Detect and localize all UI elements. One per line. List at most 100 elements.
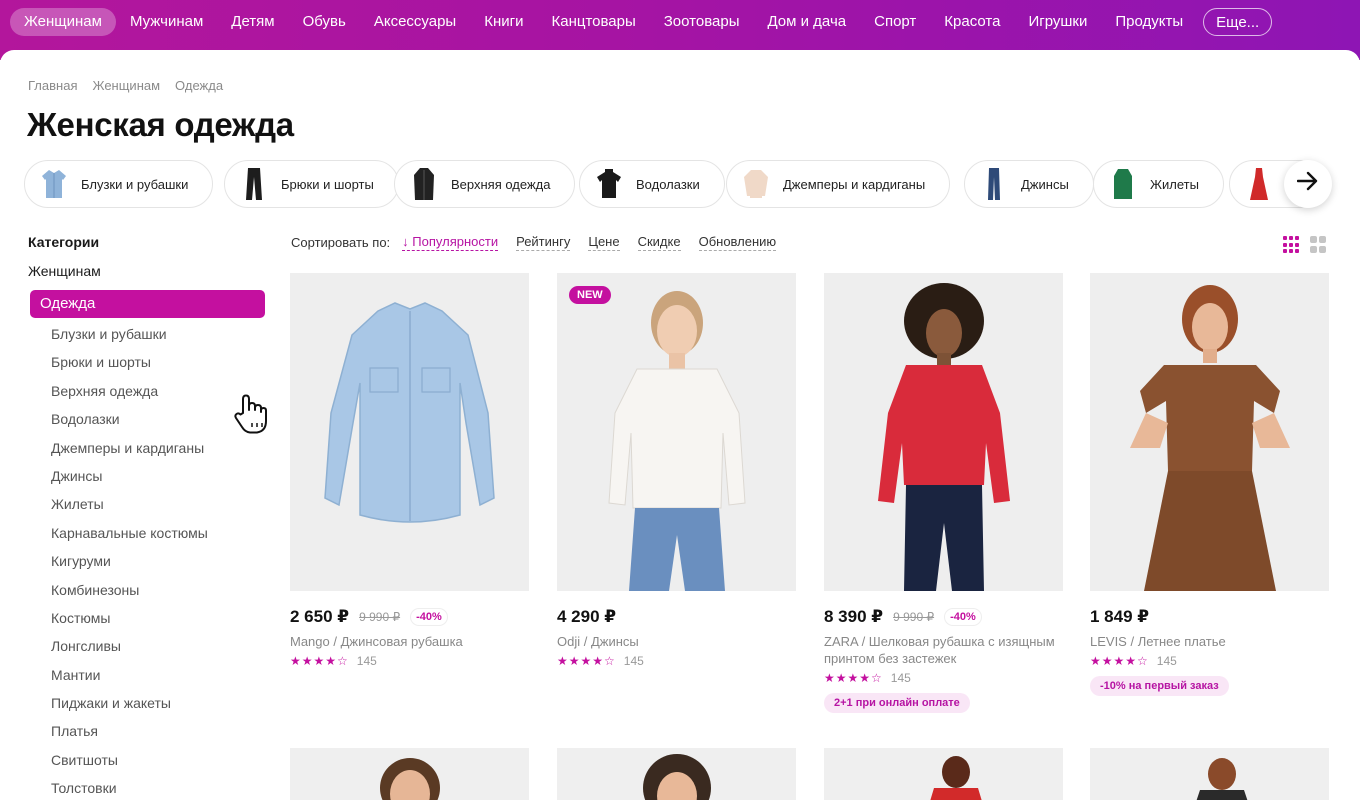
chip-label: Верхняя одежда: [451, 176, 551, 192]
sidebar-item[interactable]: Брюки и шорты: [28, 348, 268, 376]
sort-by-rating[interactable]: Рейтингу: [516, 234, 571, 251]
page-title: Женская одежда: [27, 106, 294, 143]
sort-by-price[interactable]: Цене: [588, 234, 620, 251]
product-old-price: 9 990 ₽: [893, 610, 935, 624]
product-name[interactable]: LEVIS / Летнее платье: [1090, 633, 1329, 650]
sidebar-parent-women[interactable]: Женщинам: [28, 261, 268, 281]
sort-by-discount[interactable]: Скидке: [637, 234, 681, 251]
breadcrumb-home[interactable]: Главная: [28, 78, 77, 93]
chips-next-button[interactable]: [1284, 160, 1332, 208]
sidebar-item[interactable]: Свитшоты: [28, 746, 268, 774]
chip-label: Джемперы и кардиганы: [783, 176, 926, 192]
sidebar-item[interactable]: Платья: [28, 717, 268, 745]
price-row: 2 650 ₽ 9 990 ₽ -40%: [290, 607, 529, 627]
product-card[interactable]: 2 650 ₽ 9 990 ₽ -40% Mango / Джинсовая р…: [290, 273, 529, 668]
sort-by-update[interactable]: Обновлению: [698, 234, 777, 251]
nav-books[interactable]: Книги: [470, 8, 537, 36]
new-badge: NEW: [569, 286, 611, 304]
product-card[interactable]: NEW 4 290 ₽ Odji / Джинсы ★★★★☆ 145: [557, 273, 796, 668]
chip-turtlenecks[interactable]: Водолазки: [579, 160, 725, 208]
breadcrumb-women[interactable]: Женщинам: [92, 78, 160, 93]
nav-pets[interactable]: Зоотовары: [650, 8, 754, 36]
price-row: 8 390 ₽ 9 990 ₽ -40%: [824, 607, 1063, 627]
arrow-right-icon: [1296, 170, 1319, 198]
product-price: 8 390 ₽: [824, 607, 884, 626]
promo-badge: 2+1 при онлайн оплате: [824, 693, 970, 713]
nav-sport[interactable]: Спорт: [860, 8, 930, 36]
product-name[interactable]: ZARA / Шелковая рубашка с изящным принто…: [824, 633, 1063, 667]
sidebar-item[interactable]: Лонгсливы: [28, 632, 268, 660]
rating-stars-icon: ★★★★☆: [824, 671, 883, 685]
chip-label: Джинсы: [1021, 176, 1069, 192]
chip-sweaters[interactable]: Джемперы и кардиганы: [726, 160, 951, 208]
product-price: 1 849 ₽: [1090, 607, 1150, 626]
nav-men[interactable]: Мужчинам: [116, 8, 217, 36]
product-card[interactable]: 8 390 ₽ 9 990 ₽ -40% ZARA / Шелковая руб…: [824, 273, 1063, 713]
sort-bar: Сортировать по: ↓ Популярности Рейтингу …: [291, 233, 794, 251]
breadcrumb-clothing[interactable]: Одежда: [175, 78, 223, 93]
product-name[interactable]: Mango / Джинсовая рубашка: [290, 633, 529, 650]
sidebar-item[interactable]: Карнавальные костюмы: [28, 519, 268, 547]
product-old-price: 9 990 ₽: [359, 610, 401, 624]
sidebar-item-clothing[interactable]: Одежда: [30, 290, 265, 318]
sidebar-item[interactable]: Пиджаки и жакеты: [28, 689, 268, 717]
sidebar-item[interactable]: Кигуруми: [28, 547, 268, 575]
product-photo[interactable]: [824, 273, 1063, 591]
shirt-icon: [39, 167, 69, 201]
review-count: 145: [623, 654, 644, 668]
sweater-icon: [741, 167, 771, 201]
nav-more-button[interactable]: Еще...: [1203, 8, 1273, 36]
breadcrumb: Главная Женщинам Одежда: [28, 78, 238, 93]
nav-accessories[interactable]: Аксессуары: [360, 8, 470, 36]
product-photo[interactable]: [1090, 273, 1329, 591]
product-price: 2 650 ₽: [290, 607, 350, 626]
sidebar-item[interactable]: Жилеты: [28, 490, 268, 518]
product-rating: ★★★★☆ 145: [824, 671, 1063, 685]
large-grid-view-icon[interactable]: [1310, 236, 1328, 254]
sidebar-item[interactable]: Толстовки: [28, 774, 268, 800]
product-name[interactable]: Odji / Джинсы: [557, 633, 796, 650]
nav-beauty[interactable]: Красота: [930, 8, 1014, 36]
sidebar-item[interactable]: Блузки и рубашки: [28, 320, 268, 348]
nav-shoes[interactable]: Обувь: [289, 8, 360, 36]
product-photo[interactable]: NEW: [557, 273, 796, 591]
chip-outerwear[interactable]: Верхняя одежда: [394, 160, 576, 208]
review-count: 145: [1156, 654, 1177, 668]
nav-toys[interactable]: Игрушки: [1014, 8, 1101, 36]
product-photo[interactable]: [290, 273, 529, 591]
nav-home-garden[interactable]: Дом и дача: [753, 8, 860, 36]
nav-food[interactable]: Продукты: [1101, 8, 1197, 36]
product-rating: ★★★★☆ 145: [290, 654, 529, 668]
grid-view-icon[interactable]: [1283, 236, 1301, 254]
product-photo[interactable]: [1090, 748, 1329, 800]
sidebar-item[interactable]: Комбинезоны: [28, 576, 268, 604]
review-count: 145: [890, 671, 911, 685]
product-card[interactable]: 1 849 ₽ LEVIS / Летнее платье ★★★★☆ 145 …: [1090, 273, 1329, 696]
chip-label: Блузки и рубашки: [81, 176, 189, 192]
product-price: 4 290 ₽: [557, 607, 617, 626]
chip-label: Брюки и шорты: [281, 176, 374, 192]
vest-icon: [1108, 167, 1138, 201]
rating-stars-icon: ★★★★☆: [290, 654, 349, 668]
sort-by-popularity[interactable]: ↓ Популярности: [402, 234, 499, 251]
sidebar-item[interactable]: Джинсы: [28, 462, 268, 490]
category-chips: Блузки и рубашки Брюки и шорты Верхняя о…: [24, 160, 1334, 208]
sidebar-title: Категории: [28, 234, 100, 250]
nav-stationery[interactable]: Канцтовары: [537, 8, 649, 36]
nav-women[interactable]: Женщинам: [10, 8, 116, 36]
nav-kids[interactable]: Детям: [217, 8, 288, 36]
product-photo[interactable]: [824, 748, 1063, 800]
sidebar-subcategory-list: Блузки и рубашки Брюки и шорты Верхняя о…: [28, 320, 268, 800]
sidebar-item[interactable]: Мантии: [28, 661, 268, 689]
turtleneck-icon: [594, 167, 624, 201]
product-rating: ★★★★☆ 145: [557, 654, 796, 668]
chip-trousers[interactable]: Брюки и шорты: [224, 160, 399, 208]
chip-jeans[interactable]: Джинсы: [964, 160, 1094, 208]
top-nav: Женщинам Мужчинам Детям Обувь Аксессуары…: [10, 8, 1273, 36]
chip-vests[interactable]: Жилеты: [1093, 160, 1224, 208]
chip-blouses[interactable]: Блузки и рубашки: [24, 160, 214, 208]
discount-badge: -40%: [944, 608, 982, 626]
product-photo[interactable]: [557, 748, 796, 800]
product-photo[interactable]: [290, 748, 529, 800]
sidebar-item[interactable]: Костюмы: [28, 604, 268, 632]
